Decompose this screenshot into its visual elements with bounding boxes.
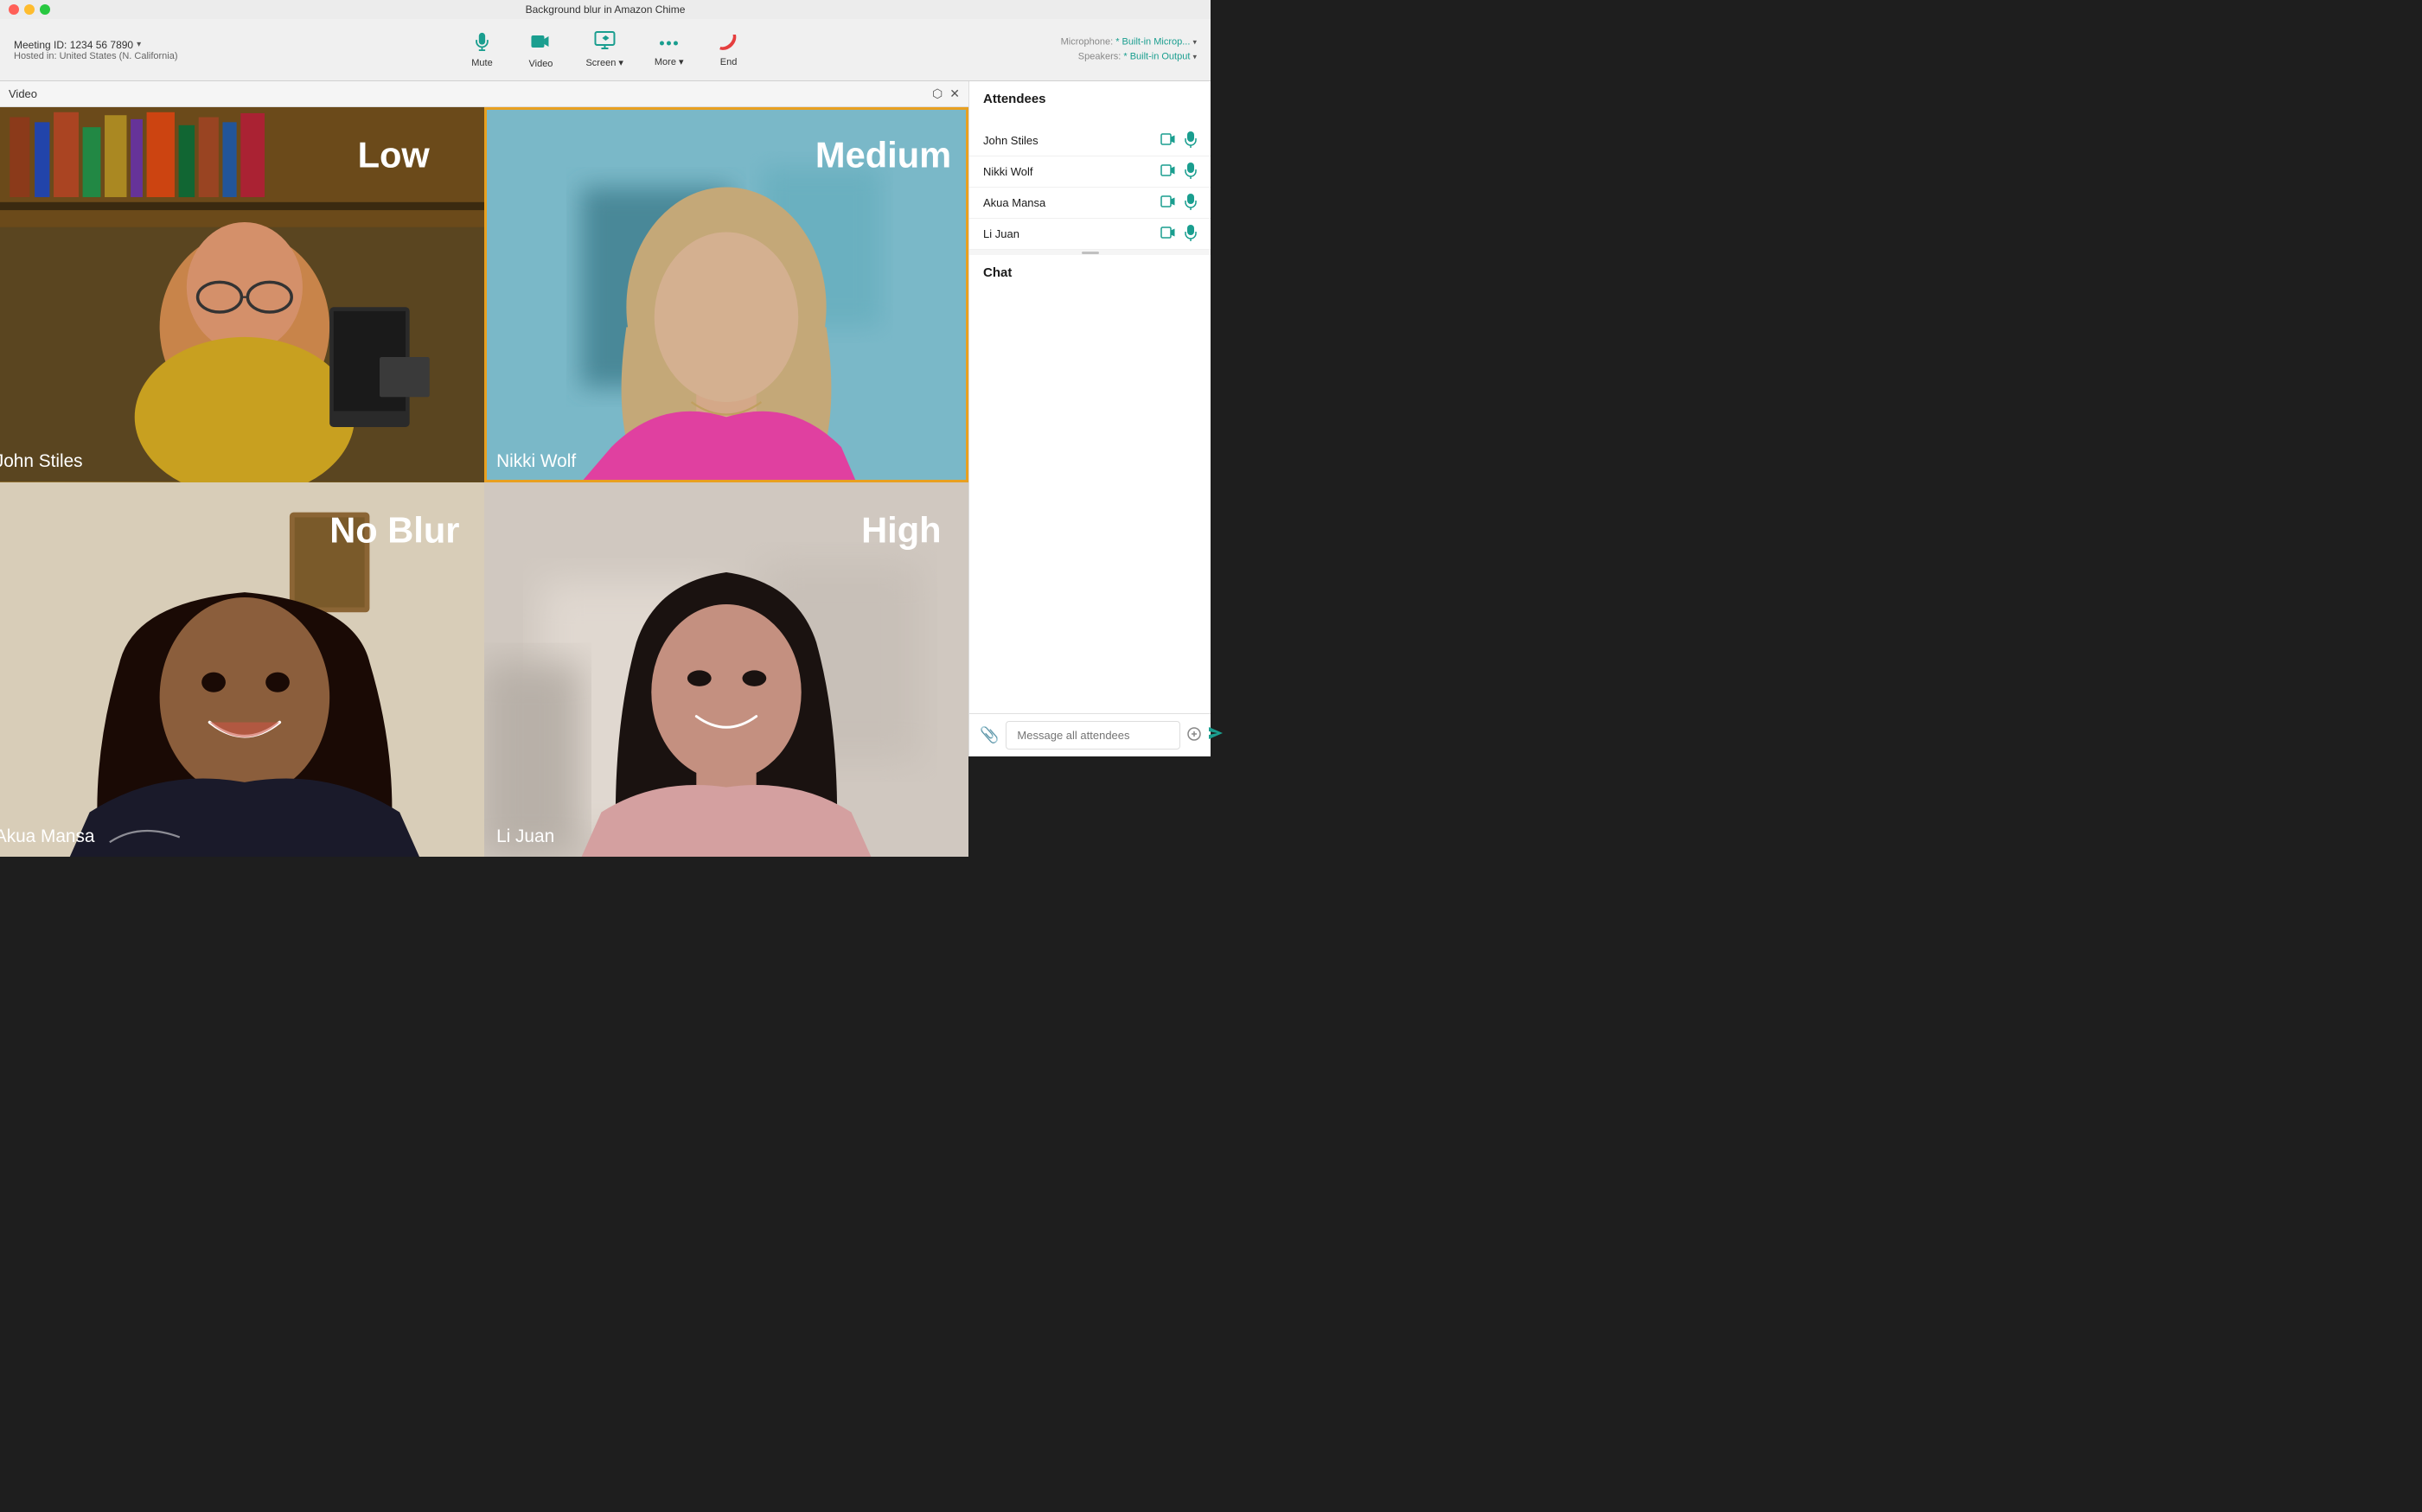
meeting-hosted: Hosted in: United States (N. California): [14, 51, 178, 61]
video-label: Video: [528, 59, 553, 69]
end-button[interactable]: End: [703, 28, 755, 73]
expand-icon[interactable]: [1187, 727, 1201, 743]
maximize-button[interactable]: [40, 4, 50, 15]
chat-input-area: 📎: [969, 713, 1211, 756]
video-icon-akua[interactable]: [1160, 195, 1176, 210]
meeting-info: Meeting ID: 1234 56 7890 ▾ Hosted in: Un…: [14, 39, 178, 61]
video-panel-title: Video: [9, 87, 37, 100]
microphone-value: * Built-in Microp...: [1115, 36, 1190, 47]
svg-text:Akua Mansa: Akua Mansa: [0, 826, 95, 846]
video-cell-john-stiles: Low John Stiles: [0, 107, 484, 482]
attendee-row-lijuan: Li Juan: [969, 219, 1211, 250]
attendee-name-nikki: Nikki Wolf: [983, 165, 1160, 178]
end-label: End: [720, 57, 738, 67]
speakers-value: * Built-in Output: [1123, 52, 1190, 62]
attachment-icon[interactable]: 📎: [980, 726, 999, 744]
svg-text:Nikki Wolf: Nikki Wolf: [496, 451, 576, 471]
meeting-id-chevron: ▾: [137, 40, 141, 49]
more-icon: [659, 32, 680, 54]
video-cell-nikki-wolf: Medium Nikki Wolf: [484, 107, 968, 482]
device-settings: Microphone: * Built-in Microp... ▾ Speak…: [1061, 35, 1197, 65]
end-icon: [717, 33, 741, 55]
video-panel-controls: ⬡ ✕: [932, 86, 960, 101]
attendee-icons-nikki: [1160, 162, 1197, 182]
svg-text:Low: Low: [358, 134, 431, 175]
mic-icon-akua[interactable]: [1185, 193, 1197, 213]
video-icon-lijuan[interactable]: [1160, 226, 1176, 241]
mute-icon: [472, 32, 491, 56]
attendees-title: Attendees: [983, 92, 1197, 106]
video-grid: Low John Stiles: [0, 107, 968, 857]
traffic-lights: [9, 4, 50, 15]
mic-icon-nikki[interactable]: [1185, 162, 1197, 182]
resize-dot: [1082, 252, 1099, 254]
microphone-setting[interactable]: Microphone: * Built-in Microp... ▾: [1061, 35, 1197, 50]
attendee-icons-john: [1160, 131, 1197, 150]
svg-text:No Blur: No Blur: [329, 509, 459, 550]
video-panel: Video ⬡ ✕: [0, 81, 968, 756]
popout-icon[interactable]: ⬡: [932, 86, 943, 101]
svg-text:High: High: [861, 509, 941, 550]
title-bar: Background blur in Amazon Chime: [0, 0, 1211, 19]
video-button[interactable]: Video: [514, 26, 566, 74]
more-label: More ▾: [655, 56, 684, 67]
svg-text:Medium: Medium: [815, 134, 951, 175]
attendees-section: Attendees: [969, 81, 1211, 125]
attendee-row-john: John Stiles: [969, 125, 1211, 156]
send-icon[interactable]: [1208, 726, 1224, 744]
screen-icon: [594, 31, 615, 55]
toolbar: Meeting ID: 1234 56 7890 ▾ Hosted in: Un…: [0, 19, 1211, 81]
meeting-id[interactable]: Meeting ID: 1234 56 7890 ▾: [14, 39, 178, 51]
svg-text:Li Juan: Li Juan: [496, 826, 554, 846]
speakers-dropdown: ▾: [1192, 53, 1197, 61]
video-panel-header: Video ⬡ ✕: [0, 81, 968, 107]
chat-section: Chat 📎: [969, 255, 1211, 756]
toolbar-controls: Mute Video Screen ▾: [456, 26, 754, 74]
microphone-dropdown: ▾: [1192, 37, 1197, 46]
chat-title: Chat: [969, 255, 1211, 287]
attendee-icons-akua: [1160, 193, 1197, 213]
video-cell-li-juan: High Li Juan: [484, 482, 968, 858]
chat-messages: [969, 287, 1211, 713]
main-area: Video ⬡ ✕: [0, 81, 1211, 756]
screen-label: Screen ▾: [585, 57, 623, 68]
more-button[interactable]: More ▾: [642, 27, 696, 73]
attendee-name-lijuan: Li Juan: [983, 227, 1160, 240]
attendee-row-akua: Akua Mansa: [969, 188, 1211, 219]
video-cell-akua-mansa: No Blur Akua Mansa: [0, 482, 484, 858]
attendee-name-john: John Stiles: [983, 134, 1160, 147]
mute-button[interactable]: Mute: [456, 27, 508, 73]
minimize-button[interactable]: [24, 4, 35, 15]
mic-icon-john[interactable]: [1185, 131, 1197, 150]
microphone-label: Microphone:: [1061, 36, 1116, 47]
attendee-icons-lijuan: [1160, 224, 1197, 244]
speakers-label: Speakers:: [1078, 52, 1124, 62]
sidebar: Attendees John Stiles: [968, 81, 1211, 756]
mic-icon-lijuan[interactable]: [1185, 224, 1197, 244]
close-video-icon[interactable]: ✕: [949, 86, 960, 101]
chat-input[interactable]: [1006, 721, 1180, 750]
attendee-name-akua: Akua Mansa: [983, 196, 1160, 209]
svg-text:John Stiles: John Stiles: [0, 451, 83, 471]
screen-button[interactable]: Screen ▾: [573, 26, 635, 73]
video-icon-john[interactable]: [1160, 133, 1176, 148]
video-icon-nikki[interactable]: [1160, 164, 1176, 179]
close-button[interactable]: [9, 4, 19, 15]
attendee-row-nikki: Nikki Wolf: [969, 156, 1211, 188]
video-icon: [530, 31, 551, 57]
speakers-setting[interactable]: Speakers: * Built-in Output ▾: [1061, 50, 1197, 66]
mute-label: Mute: [471, 58, 492, 68]
window-title: Background blur in Amazon Chime: [526, 3, 686, 16]
